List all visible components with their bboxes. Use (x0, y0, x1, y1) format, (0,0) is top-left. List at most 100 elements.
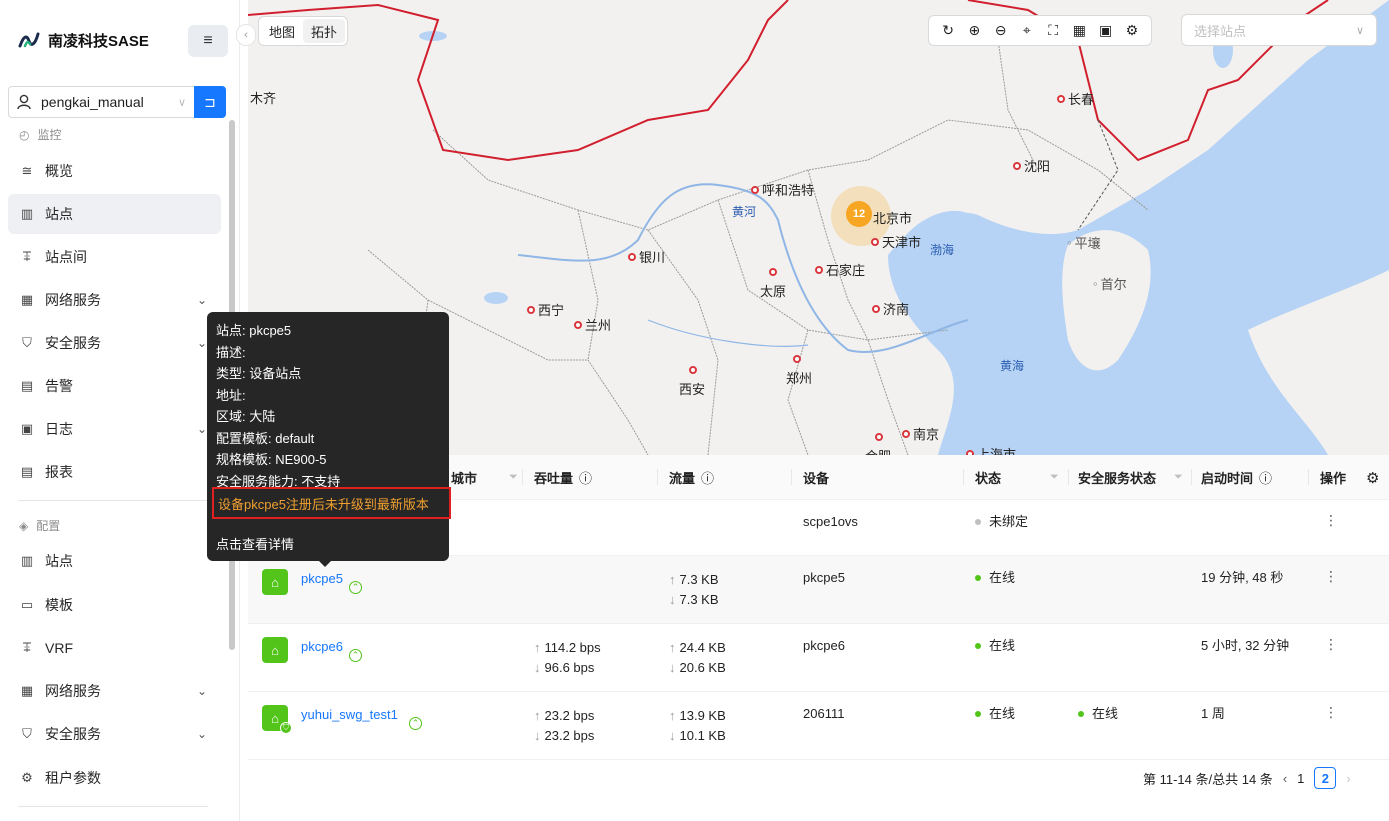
sidebar-item-security-service[interactable]: ⛉ 安全服务 ⌄ (8, 323, 221, 363)
traffic-cell: ↓ 10.1 KB (669, 728, 726, 743)
brand-name: 南凌科技SASE (48, 32, 149, 50)
sidebar-item-label: 租户参数 (45, 770, 101, 786)
sidebar: 南凌科技SASE ≡ pengkai_manual ∨ ⊐ ◴ 监控 ≅ 概览 … (0, 0, 240, 821)
status-dot-icon (975, 711, 981, 717)
sidebar-item-config-network-service[interactable]: ▦ 网络服务 ⌄ (8, 671, 221, 711)
sidebar-item-overview[interactable]: ≅ 概览 (8, 151, 221, 191)
sidebar-item-logs[interactable]: ▣ 日志 ⌄ (8, 409, 221, 449)
page-2-button[interactable]: 2 (1314, 767, 1337, 789)
chevron-down-icon: ⌄ (196, 422, 207, 436)
sidebar-divider (18, 500, 208, 501)
sidebar-item-vrf[interactable]: ꔊ VRF (8, 628, 221, 668)
fullscreen-icon[interactable]: ⛶ (1043, 22, 1063, 39)
tooltip-detail-link[interactable]: 点击查看详情 (216, 534, 294, 553)
chevron-down-icon: ⌄ (196, 293, 207, 307)
site-name-link[interactable]: yuhui_swg_test1 (301, 707, 398, 722)
table-row[interactable]: ⌂ pkcpe6 ⌃ ↑ 114.2 bps ↓ 96.6 bps ↑ 24.4 KB… (248, 624, 1389, 692)
status-text: 在线 (989, 706, 1016, 721)
city-label: 长春 (1057, 89, 1094, 108)
site-cluster-marker[interactable]: 12 (846, 201, 872, 227)
sidebar-item-config-sites[interactable]: ▥ 站点 (8, 541, 221, 581)
map-view-switch[interactable]: 地图 拓扑 (258, 16, 349, 46)
sidebar-item-network-service[interactable]: ▦ 网络服务 ⌄ (8, 280, 221, 320)
tooltip-arrow (319, 561, 331, 567)
section-monitor: ◴ 监控 (19, 126, 62, 143)
row-actions-button[interactable]: ⋮ (1324, 704, 1338, 721)
tab-topology[interactable]: 拓扑 (303, 19, 346, 43)
col-status: 状态 (963, 455, 1001, 500)
upgrade-badge-icon[interactable]: ⌃ (349, 581, 362, 594)
table-row[interactable]: ⌂ ⛉ yuhui_swg_test1 ⌃ ↑ 23.2 bps ↓ 23.2 bp… (248, 692, 1389, 760)
chevron-down-icon: ⌄ (196, 684, 207, 698)
city-label: 合肥 (865, 446, 891, 455)
filter-icon[interactable]: ⏷ (509, 455, 518, 500)
site-select[interactable]: 选择站点 ∨ (1181, 14, 1377, 46)
tenant-selector[interactable]: pengkai_manual ∨ ⊐ (8, 86, 226, 118)
city-dot-icon (815, 265, 823, 274)
sidebar-item-alerts[interactable]: ▤ 告警 (8, 366, 221, 406)
filter-icon[interactable]: ⏷ (1174, 455, 1183, 500)
city-dot-icon (527, 305, 535, 314)
info-icon[interactable]: ⓘ (579, 468, 592, 487)
sidebar-item-label: 站点 (45, 206, 73, 222)
shield-icon: ⛉ (22, 335, 32, 350)
traffic-cell: ↑ 24.4 KB (669, 640, 726, 655)
row-actions-button[interactable]: ⋮ (1324, 636, 1338, 653)
tooltip-spec-template: 规格模板: NE900-5 (216, 452, 327, 467)
site-name-link[interactable]: pkcpe5 (301, 571, 343, 586)
sidebar-item-templates[interactable]: ▭ 模板 (8, 585, 221, 625)
frame-icon[interactable]: ▣ (1096, 22, 1116, 39)
switch-tenant-button[interactable]: ⊐ (194, 86, 226, 118)
status-text: 未绑定 (989, 514, 1029, 529)
zoom-in-icon[interactable]: ⊕ (964, 22, 984, 39)
refresh-icon[interactable]: ↻ (938, 22, 958, 39)
chevron-down-icon: ⌄ (196, 336, 207, 350)
site-icon: ▥ (20, 553, 34, 568)
tooltip-region: 区域: 大陆 (216, 409, 276, 424)
row-actions-button[interactable]: ⋮ (1324, 568, 1338, 585)
col-traffic: 流量 ⓘ (657, 455, 714, 500)
settings-icon[interactable]: ⚙ (1122, 22, 1142, 39)
filter-icon[interactable]: ⏷ (1050, 455, 1059, 500)
page-1-button[interactable]: 1 (1297, 771, 1304, 786)
row-actions-button[interactable]: ⋮ (1324, 512, 1338, 529)
locate-icon[interactable]: ⌖ (1017, 22, 1037, 39)
user-icon (17, 94, 31, 110)
section-monitor-label: 监控 (37, 128, 62, 142)
security-status-text: 在线 (1092, 706, 1119, 721)
zoom-out-icon[interactable]: ⊖ (991, 22, 1011, 39)
upgrade-badge-icon[interactable]: ⌃ (409, 717, 422, 730)
uptime-cell: 1 周 (1201, 706, 1225, 721)
next-page-button[interactable]: › (1346, 771, 1350, 786)
sidebar-item-config-security-service[interactable]: ⛉ 安全服务 ⌄ (8, 714, 221, 754)
upgrade-badge-icon[interactable]: ⌃ (349, 649, 362, 662)
brand: 南凌科技SASE (18, 28, 149, 52)
tenant-select[interactable]: pengkai_manual ∨ (8, 86, 194, 118)
tenant-params-icon: ⚙ (21, 770, 33, 785)
city-dot-icon (574, 320, 582, 329)
city-dot-icon (872, 304, 880, 313)
sidebar-item-sites[interactable]: ▥ 站点 (8, 194, 221, 234)
pagination-summary: 第 11-14 条/总共 14 条 (1143, 771, 1273, 787)
menu-toggle-button[interactable]: ≡ (188, 25, 228, 57)
sidebar-collapse-button[interactable]: ‹ (236, 24, 256, 46)
col-ops-label: 操作 (1320, 471, 1347, 486)
col-security-status-label: 安全服务状态 (1078, 471, 1157, 486)
info-icon[interactable]: ⓘ (1259, 468, 1272, 487)
info-icon[interactable]: ⓘ (701, 468, 714, 487)
sidebar-item-reports[interactable]: ▤ 报表 (8, 452, 221, 492)
column-settings-icon[interactable]: ⚙ (1366, 455, 1379, 500)
city-dot-icon (1057, 94, 1065, 103)
sidebar-item-tenant-params[interactable]: ⚙ 租户参数 (8, 758, 221, 798)
grid-icon[interactable]: ▦ (1069, 22, 1089, 39)
site-name-link[interactable]: pkcpe6 (301, 639, 343, 654)
city-dot-icon (871, 237, 879, 246)
table-row[interactable]: ⌂ pkcpe5 ⌃ ↑ 7.3 KB ↓ 7.3 KB pkcpe5 在线 19 … (248, 556, 1389, 624)
sidebar-divider (18, 806, 208, 807)
tab-map[interactable]: 地图 (261, 19, 304, 43)
col-device-label: 设备 (803, 471, 830, 486)
sidebar-item-inter-site[interactable]: ꔊ 站点间 (8, 237, 221, 277)
device-cell: pkcpe5 (803, 570, 845, 585)
sidebar-item-label: 网络服务 (45, 292, 101, 308)
prev-page-button[interactable]: ‹ (1283, 771, 1287, 786)
